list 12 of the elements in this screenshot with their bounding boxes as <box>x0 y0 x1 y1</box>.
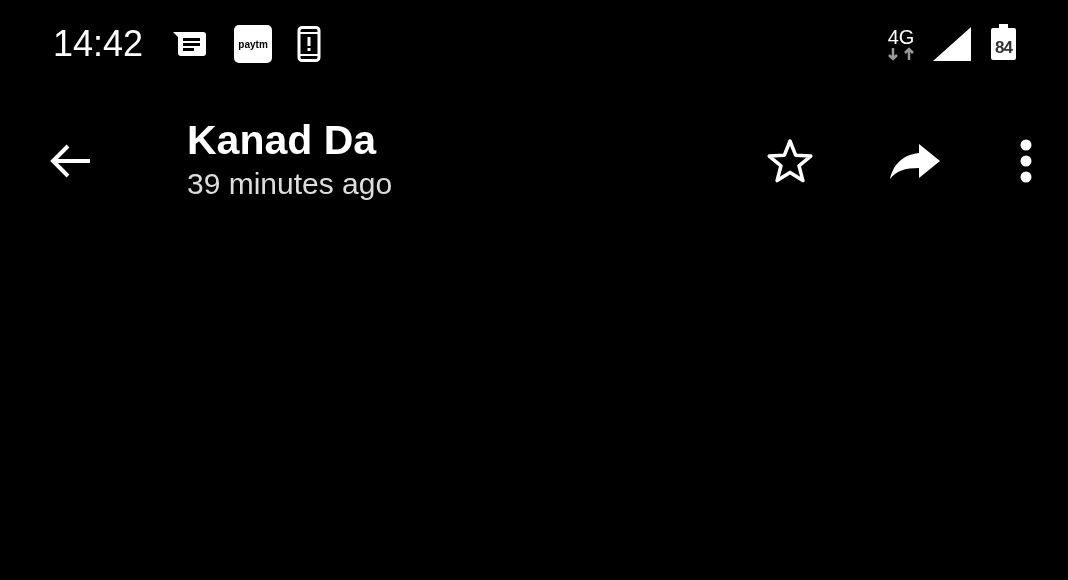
forward-button[interactable] <box>888 141 942 180</box>
phone-alert-icon <box>297 26 322 62</box>
timestamp: 39 minutes ago <box>187 165 394 202</box>
network-indicator: 4G <box>885 27 917 61</box>
app-logo: paytm <box>234 25 273 63</box>
status-time: 14:42 <box>53 23 144 65</box>
more-options-button[interactable] <box>1020 138 1032 183</box>
star-button[interactable] <box>766 137 814 184</box>
back-button[interactable] <box>48 142 92 179</box>
signal-icon <box>933 27 971 61</box>
contact-name: Kanad Da <box>187 115 378 164</box>
message-icon <box>173 31 208 57</box>
